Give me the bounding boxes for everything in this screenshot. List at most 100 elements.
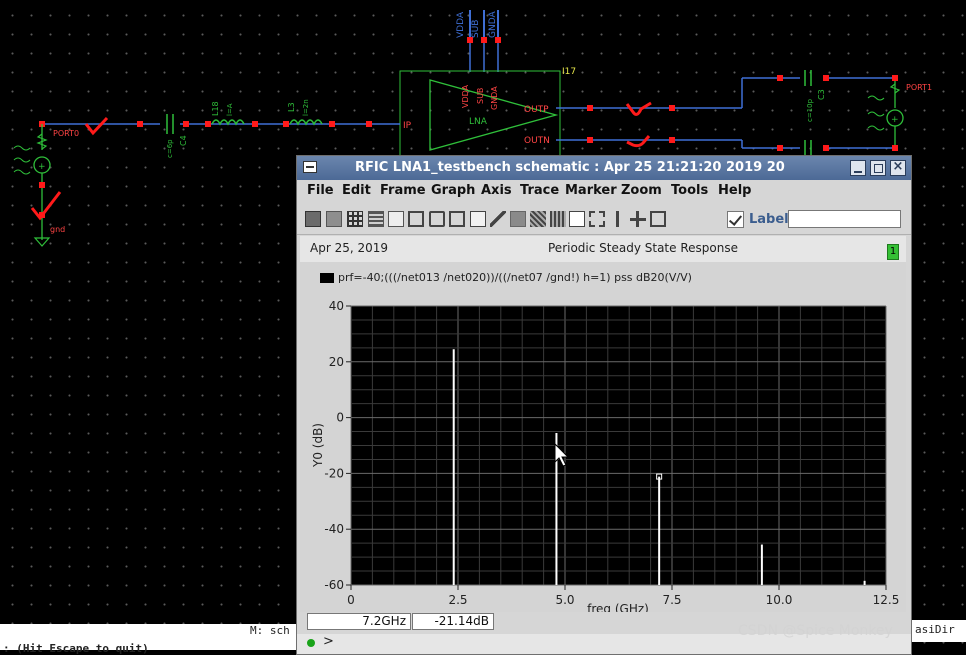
command-prompt[interactable]: > xyxy=(323,634,334,649)
bars-icon[interactable] xyxy=(530,211,546,227)
zoom-fit-icon[interactable] xyxy=(650,211,666,227)
c4-label: C4 xyxy=(179,135,188,146)
window-menu-icon[interactable] xyxy=(303,161,317,173)
label-input[interactable] xyxy=(788,210,901,228)
fit-x-icon[interactable] xyxy=(610,211,626,227)
maximize-button[interactable] xyxy=(870,160,886,176)
grid xyxy=(350,305,887,586)
y-tick-label: -40 xyxy=(324,522,344,536)
menu-bar: File Edit Frame Graph Axis Trace Marker … xyxy=(297,180,911,202)
compose-icon[interactable] xyxy=(429,211,445,227)
label-checkbox[interactable] xyxy=(727,211,744,228)
sub-label: SUB xyxy=(471,20,481,38)
menu-trace[interactable]: Trace xyxy=(520,183,559,198)
legend-swatch xyxy=(320,273,334,283)
close-button[interactable]: × xyxy=(890,159,906,176)
hatch-icon[interactable] xyxy=(510,211,526,227)
ip-pin-label: IP xyxy=(403,121,412,131)
output-network: C3 c=10p xyxy=(556,70,895,156)
mark-icon[interactable] xyxy=(470,211,486,227)
supply-pins: VDDA SUB GNDA xyxy=(456,10,501,72)
port1-source[interactable]: + PORT1 xyxy=(867,75,932,151)
port1-label: PORT1 xyxy=(906,83,932,92)
copy-icon[interactable] xyxy=(449,211,465,227)
graph-date: Apr 25, 2019 xyxy=(310,241,389,255)
menu-axis[interactable]: Axis xyxy=(481,183,512,198)
calculator-icon[interactable] xyxy=(550,211,566,227)
status-led-icon xyxy=(307,639,315,647)
c4-value: c=6p xyxy=(166,139,174,158)
amp-sub-label: SUB xyxy=(476,88,485,104)
outn-pin-label: OUTN xyxy=(524,136,550,146)
menu-tools[interactable]: Tools xyxy=(671,183,708,198)
x-axis-label: freq (GHz) xyxy=(587,602,649,612)
gnd-label: gnd xyxy=(50,225,65,234)
checkmark-annotation xyxy=(84,116,109,136)
menu-edit[interactable]: Edit xyxy=(342,183,371,198)
minimize-button[interactable] xyxy=(850,160,866,176)
input-network: C4 c=6p L18 l=A L3 l=2n PORT0 xyxy=(39,99,400,158)
menu-zoom[interactable]: Zoom xyxy=(621,183,662,198)
l3-value: l=2n xyxy=(302,99,310,116)
menu-help[interactable]: Help xyxy=(718,183,751,198)
x-tick-label: 0 xyxy=(347,593,355,607)
x-tick-label: 12.5 xyxy=(873,593,900,607)
watermark: CSDN @Spice Monkey xyxy=(738,623,893,639)
lna-name-label: LNA xyxy=(469,117,488,127)
instance-name-label: I17 xyxy=(562,67,576,77)
l18-label: L18 xyxy=(211,101,220,116)
menu-marker[interactable]: Marker xyxy=(565,183,617,198)
x-tick-label: 5.0 xyxy=(555,593,574,607)
fit-icon[interactable] xyxy=(589,211,605,227)
menu-frame[interactable]: Frame xyxy=(380,183,426,198)
toolbar: Label xyxy=(297,204,911,235)
window-title: RFIC LNA1_testbench schematic : Apr 25 2… xyxy=(355,160,785,175)
zoom-icon[interactable] xyxy=(569,211,585,227)
console-strip: M: sch : (Hit Escape to quit) xyxy=(0,624,296,655)
menu-file[interactable]: File xyxy=(307,183,334,198)
y-tick-label: -20 xyxy=(324,466,344,480)
subwindow-icon[interactable] xyxy=(388,211,404,227)
overlay-icon[interactable] xyxy=(408,211,424,227)
trace-legend[interactable]: prf=-40;(((/net013 /net020))/((/net07 /g… xyxy=(338,271,692,284)
fit-y-icon[interactable] xyxy=(630,211,646,227)
cursor-y-value: -21.14dB xyxy=(412,613,494,630)
x-tick-label: 2.5 xyxy=(448,593,467,607)
gnda-label: GNDA xyxy=(488,11,498,38)
c3-label: C3 xyxy=(817,89,826,100)
redraw-icon[interactable] xyxy=(326,211,342,227)
amp-vdda-label: VDDA xyxy=(461,84,470,108)
outp-pin-label: OUTP xyxy=(524,105,549,115)
title-bar[interactable]: RFIC LNA1_testbench schematic : Apr 25 2… xyxy=(297,156,911,180)
graph-body[interactable]: prf=-40;(((/net013 /net020))/((/net07 /g… xyxy=(300,262,906,612)
y-tick-label: -60 xyxy=(324,578,344,592)
graph-panel: Apr 25, 2019 Periodic Steady State Respo… xyxy=(300,236,906,612)
menu-graph[interactable]: Graph xyxy=(431,183,475,198)
graph-title: Periodic Steady State Response xyxy=(548,241,738,255)
grid-icon[interactable] xyxy=(347,211,363,227)
y-axis-label: Y0 (dB) xyxy=(311,423,325,468)
l3-label: L3 xyxy=(287,102,296,112)
svg-text:+: + xyxy=(38,162,46,172)
subwindow-badge[interactable]: 1 xyxy=(887,244,899,260)
console-strip-right: asiDir xyxy=(912,620,966,642)
y-tick-label: 0 xyxy=(336,411,344,425)
port0-label: PORT0 xyxy=(53,129,79,138)
y-tick-label: 20 xyxy=(329,355,344,369)
strip-icon[interactable] xyxy=(368,211,384,227)
sub-pin[interactable] xyxy=(481,37,487,43)
port0-source[interactable]: + gnd xyxy=(13,124,65,247)
chart[interactable]: prf=-40;(((/net013 /net020))/((/net07 /g… xyxy=(300,262,906,612)
c3-value: c=10p xyxy=(806,98,814,122)
lna-instance[interactable]: LNA VDDA SUB GNDA IP OUTP OUTN I17 xyxy=(399,67,576,158)
graph-header: Apr 25, 2019 Periodic Steady State Respo… xyxy=(300,236,906,262)
l18-value: l=A xyxy=(226,103,234,116)
cursor-x-value: 7.2GHz xyxy=(307,613,411,630)
label-text: Label xyxy=(749,212,789,227)
waveform-window[interactable]: RFIC LNA1_testbench schematic : Apr 25 2… xyxy=(296,155,912,655)
close-icon: × xyxy=(892,159,904,174)
print-icon[interactable] xyxy=(305,211,321,227)
delete-icon[interactable] xyxy=(490,211,506,227)
y-tick-label: 40 xyxy=(329,299,344,313)
escape-hint: : (Hit Escape to quit) xyxy=(3,642,149,655)
